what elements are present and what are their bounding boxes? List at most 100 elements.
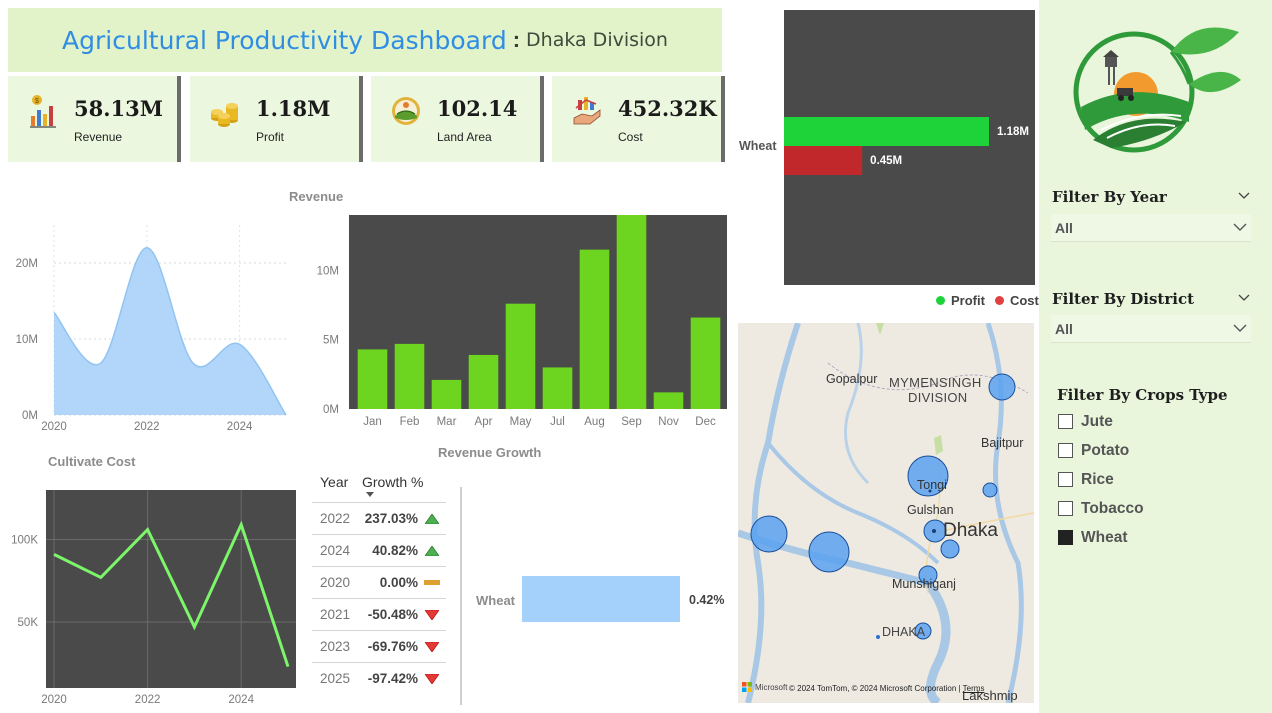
bar-sep[interactable] xyxy=(616,215,647,409)
map-bubble[interactable] xyxy=(808,531,850,573)
crop-label: Jute xyxy=(1081,412,1113,430)
column-year[interactable]: Year xyxy=(312,470,354,502)
checkbox[interactable] xyxy=(1058,501,1073,516)
map-label: MYMENSINGH xyxy=(889,375,982,390)
cell-growth: -97.42% xyxy=(367,671,418,686)
profit-bar[interactable] xyxy=(784,117,989,146)
x-tick-label: Jul xyxy=(550,416,565,428)
svg-text:$: $ xyxy=(35,98,39,105)
kpi-value: 102.14 xyxy=(437,96,518,121)
legend-cost-dot xyxy=(994,296,1004,305)
table-row[interactable]: 2025 -97.42% xyxy=(312,662,446,694)
chevron-down-icon[interactable] xyxy=(1238,294,1250,302)
map-bubble[interactable] xyxy=(750,515,788,553)
map-brand-label: Microsoft xyxy=(755,682,788,692)
x-tick-label: May xyxy=(510,416,532,428)
area-fill xyxy=(54,247,286,415)
x-tick-label: Apr xyxy=(475,416,493,428)
crop-item-tobacco[interactable]: Tobacco xyxy=(1058,494,1144,523)
map-label-dhaka: Dhaka xyxy=(943,520,998,541)
y-tick-label: 5M xyxy=(323,335,339,347)
trend-up-icon xyxy=(425,545,439,556)
y-tick-label: 0M xyxy=(22,410,38,422)
divider xyxy=(460,487,462,705)
field-icon xyxy=(392,97,420,125)
cost-bar[interactable] xyxy=(784,146,863,175)
kpi-label: Revenue xyxy=(74,130,123,144)
cell-year: 2022 xyxy=(320,511,351,526)
table-header: Year Growth % xyxy=(312,470,446,502)
crop-item-jute[interactable]: Jute xyxy=(1058,407,1144,436)
bar-aug[interactable] xyxy=(579,249,610,409)
microsoft-icon xyxy=(742,682,752,692)
x-tick-label: 2024 xyxy=(228,694,254,706)
bar-jul[interactable] xyxy=(542,367,573,409)
checkbox[interactable] xyxy=(1058,472,1073,487)
district-dropdown[interactable]: All xyxy=(1051,315,1251,343)
map-terms-link[interactable]: Terms xyxy=(963,684,985,693)
cell-growth: -50.48% xyxy=(367,607,418,622)
bar-dec[interactable] xyxy=(690,317,721,409)
table-row[interactable]: 2022 237.03% xyxy=(312,502,446,534)
checkbox[interactable] xyxy=(1058,414,1073,429)
x-tick-label: Dec xyxy=(695,416,716,428)
crop-item-potato[interactable]: Potato xyxy=(1058,436,1144,465)
growth-title: Revenue Growth xyxy=(438,445,542,460)
bar-apr[interactable] xyxy=(468,354,499,409)
revenue-chart-icon: $ xyxy=(30,95,56,128)
cost-data-label: 0.45M xyxy=(870,155,902,167)
checkbox-checked[interactable] xyxy=(1058,530,1073,545)
bar-may[interactable] xyxy=(505,303,536,409)
crop-label: Tobacco xyxy=(1081,499,1144,517)
year-dropdown[interactable]: All xyxy=(1051,214,1251,242)
cell-year: 2021 xyxy=(320,607,351,622)
table-row[interactable]: 2020 0.00% xyxy=(312,566,446,598)
bar-jan[interactable] xyxy=(357,349,388,409)
map-bubble[interactable] xyxy=(876,635,880,639)
x-tick-label: Aug xyxy=(584,416,604,428)
map-bubble[interactable] xyxy=(988,373,1016,401)
bar-feb[interactable] xyxy=(394,343,425,409)
revenue-chart-title: Revenue xyxy=(289,189,344,204)
cell-growth: 237.03% xyxy=(364,511,418,526)
kpi-card-cost: 452.32K Cost xyxy=(552,76,725,162)
map-bubble[interactable] xyxy=(982,482,998,498)
agriculture-logo xyxy=(1073,27,1241,153)
x-tick-label: Mar xyxy=(437,416,457,428)
cell-trend xyxy=(418,673,446,684)
kpi-value: 58.13M xyxy=(74,96,164,121)
title-separator: : xyxy=(512,27,521,52)
bar-nov[interactable] xyxy=(653,392,684,409)
y-tick-label: 0M xyxy=(323,404,339,416)
crop-label: Wheat xyxy=(1081,528,1128,546)
profit-cost-chart: 1.18M 0.45M xyxy=(784,10,1035,285)
filter-district-title: Filter By District xyxy=(1052,290,1195,308)
x-tick-label: 2020 xyxy=(41,694,67,706)
cell-year: 2025 xyxy=(320,671,351,686)
revenue-area-chart: 0M 10M 20M 2020 2022 2024 xyxy=(16,225,287,433)
map-bubble[interactable] xyxy=(940,539,960,559)
coins-icon xyxy=(211,103,238,127)
map-label: Gulshan xyxy=(907,503,954,517)
x-tick-label: Feb xyxy=(400,416,420,428)
table-row[interactable]: 2023 -69.76% xyxy=(312,630,446,662)
map-label: Tongi xyxy=(917,478,947,492)
chevron-down-icon[interactable] xyxy=(1238,192,1250,200)
crop-item-wheat[interactable]: Wheat xyxy=(1058,523,1144,552)
year-dropdown-value: All xyxy=(1055,219,1073,236)
y-tick-label: 100K xyxy=(11,535,38,547)
cell-trend xyxy=(418,579,446,586)
table-row[interactable]: 2021 -50.48% xyxy=(312,598,446,630)
legend-profit-dot xyxy=(936,296,945,305)
cell-growth: -69.76% xyxy=(367,639,418,654)
table-row[interactable]: 2024 40.82% xyxy=(312,534,446,566)
map-bubbles xyxy=(750,373,1016,640)
map-label: Munshiganj xyxy=(892,577,956,591)
checkbox[interactable] xyxy=(1058,443,1073,458)
bar-mar[interactable] xyxy=(431,379,462,409)
growth-bar[interactable] xyxy=(522,576,680,622)
cost-line-chart: 50K 100K 2020 2022 2024 xyxy=(11,490,296,706)
crop-item-rice[interactable]: Rice xyxy=(1058,465,1144,494)
column-growth[interactable]: Growth % xyxy=(354,470,446,502)
map-brand: Microsoft xyxy=(742,682,787,692)
